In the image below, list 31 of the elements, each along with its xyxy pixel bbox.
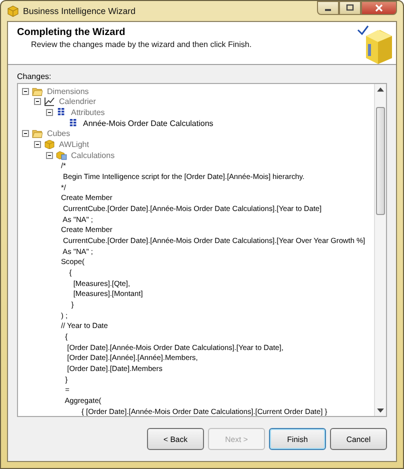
- changes-label: Changes:: [17, 72, 52, 81]
- collapse-toggle[interactable]: [46, 109, 53, 116]
- close-icon: [374, 4, 384, 12]
- collapse-toggle[interactable]: [34, 141, 41, 148]
- scroll-thumb[interactable]: [376, 107, 385, 215]
- tree-item[interactable]: Calendrier: [59, 97, 96, 106]
- window-title: Business Intelligence Wizard: [23, 6, 136, 16]
- cube-icon: [44, 140, 55, 150]
- tree-item[interactable]: Calculations: [71, 150, 115, 160]
- folder-icon: [32, 129, 43, 138]
- folder-icon: [32, 86, 43, 96]
- minimize-button[interactable]: [317, 1, 339, 15]
- tree-item[interactable]: Année-Mois Order Date Calculations: [83, 118, 214, 128]
- page-title: Completing the Wizard: [17, 27, 126, 38]
- collapse-toggle[interactable]: [46, 152, 53, 159]
- collapse-toggle[interactable]: [22, 88, 29, 95]
- maximize-button[interactable]: [339, 1, 361, 15]
- grid-icon: [68, 118, 79, 128]
- cube-icon: [7, 5, 19, 17]
- tree-item[interactable]: Cubes: [47, 129, 70, 138]
- tree-item[interactable]: Attributes: [71, 108, 105, 118]
- maximize-icon: [345, 4, 355, 12]
- close-button[interactable]: [361, 1, 397, 15]
- collapse-toggle[interactable]: [22, 130, 29, 138]
- tree-item[interactable]: Dimensions: [47, 86, 89, 96]
- grid-icon: [56, 108, 67, 118]
- collapse-toggle[interactable]: [34, 98, 41, 106]
- axes-icon: [44, 97, 55, 106]
- calculations-icon: [56, 150, 67, 160]
- page-subtitle: Review the changes made by the wizard and then click Finish.: [31, 40, 253, 49]
- tree-item[interactable]: AWLight: [59, 140, 89, 150]
